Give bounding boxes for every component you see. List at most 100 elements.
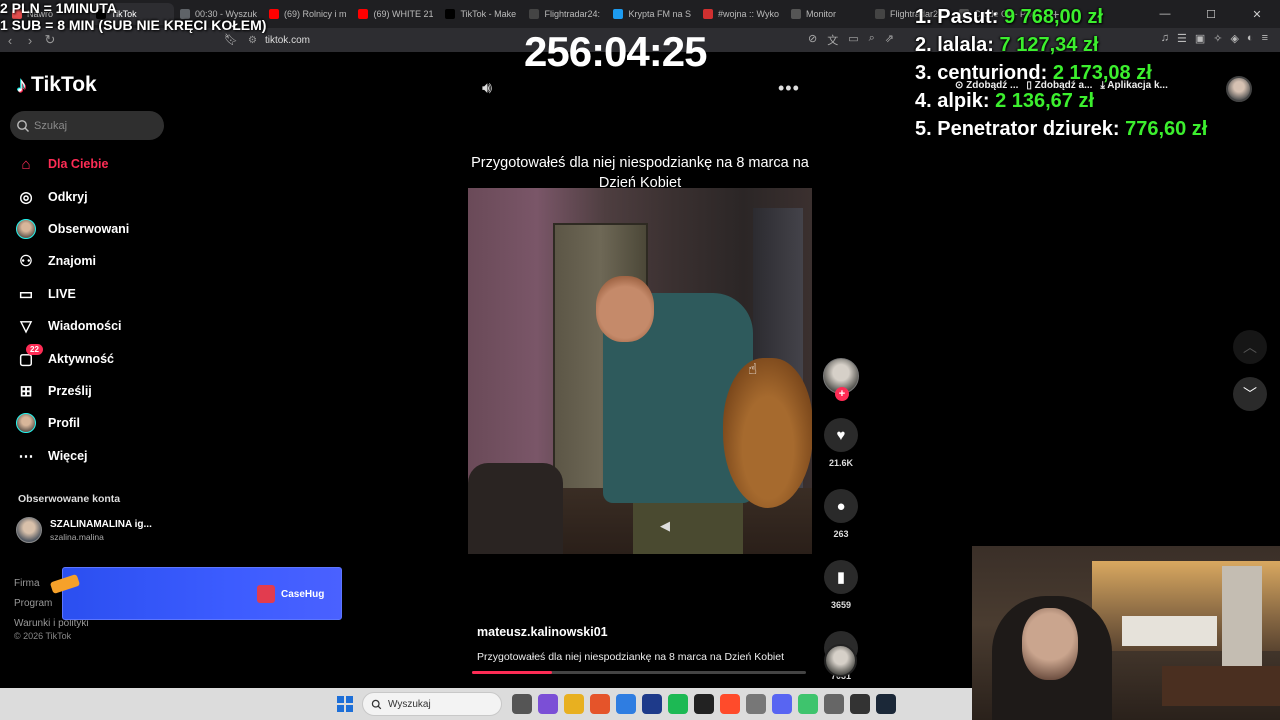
site-settings-icon[interactable]: ⚙︎: [248, 35, 257, 46]
play-icon[interactable]: ◀: [660, 518, 670, 534]
followed-account-item[interactable]: SZALINAMALINA ig... szalina.malina: [16, 517, 152, 543]
chevron-up-icon[interactable]: ︿: [1233, 330, 1267, 364]
profile-avatar[interactable]: [1226, 76, 1252, 102]
url-field[interactable]: ⚙︎ tiktok.com: [248, 32, 310, 48]
save-action[interactable]: ▮ 3659: [824, 560, 858, 610]
bookmark-icon[interactable]: 🔖︎: [224, 33, 238, 46]
like-action[interactable]: ♥ 21.6K: [824, 418, 858, 468]
hand-cursor-icon: ☝︎: [748, 361, 758, 378]
tab-favicon-icon: [358, 9, 369, 19]
video-player[interactable]: [468, 188, 812, 554]
music-disc[interactable]: [824, 644, 857, 677]
comment-icon[interactable]: ●: [824, 489, 858, 523]
steam-icon[interactable]: [876, 694, 896, 714]
tiktok-logo[interactable]: ♪ TikTok: [16, 72, 97, 98]
browser-icon[interactable]: [720, 694, 740, 714]
donation-rule-2: 1 SUB = 8 MIN (SUB NIE KRĘCI KOŁEM): [0, 17, 267, 33]
bookmark-save-icon[interactable]: ▮: [824, 560, 858, 594]
tab-favicon-icon: [874, 9, 885, 19]
tab-label: Krypta FM na S: [628, 9, 692, 19]
sidebar-item-prze-lij[interactable]: ⊞ Prześlij: [16, 375, 176, 407]
close-icon[interactable]: ✕: [1234, 0, 1280, 28]
volume-icon[interactable]: 🔊︎: [482, 80, 492, 98]
windows-start-icon[interactable]: [337, 696, 353, 712]
sidebar-nav: ⌂ Dla Ciebie ◎ Odkryj Obserwowani ⚇ Znajomi ▭ LI…: [16, 148, 176, 472]
tab-label: TikTok - Make: [460, 9, 517, 19]
calculator-icon[interactable]: [746, 694, 766, 714]
discord-icon[interactable]: [772, 694, 792, 714]
sidebar-item-label: Prześlij: [48, 383, 92, 398]
followed-account-name: SZALINAMALINA ig...: [50, 518, 152, 530]
avatar: [16, 413, 36, 434]
sidebar-item-label: Dla Ciebie: [48, 157, 109, 172]
live-icon: ▭: [18, 285, 34, 303]
leaderboard-rank: 5.: [915, 118, 932, 140]
browser-tab[interactable]: (69) WHITE 21: [352, 3, 439, 25]
chrome-icon[interactable]: [616, 694, 636, 714]
chevron-down-icon[interactable]: ﹀: [1233, 377, 1267, 411]
eye-off-icon[interactable]: ⊘: [808, 32, 817, 48]
subathon-timer: 256:04:25: [524, 28, 707, 75]
sidebar-item-label: Profil: [48, 416, 80, 431]
sidebar-item-dla-ciebie[interactable]: ⌂ Dla Ciebie: [16, 148, 176, 180]
comment-action[interactable]: ● 263: [824, 489, 858, 539]
menu-icon[interactable]: ≡: [1262, 32, 1268, 45]
shield-icon[interactable]: ◈: [1230, 32, 1238, 45]
video-progress-bar[interactable]: [472, 671, 806, 674]
browser-tab[interactable]: Krypta FM na S: [607, 3, 697, 25]
search-icon: [17, 119, 29, 132]
share-icon[interactable]: ⇗: [885, 32, 894, 48]
reload-icon[interactable]: ↻: [40, 32, 60, 48]
extension-icon[interactable]: ✧: [1213, 32, 1222, 45]
settings-icon[interactable]: [824, 694, 844, 714]
sidebar-item-aktywno-[interactable]: ▢ Aktywność 22: [16, 342, 176, 374]
video-guitar: [723, 358, 812, 508]
notepad-icon[interactable]: [798, 694, 818, 714]
search-box[interactable]: [10, 111, 164, 140]
browser-tab[interactable]: TikTok - Make: [439, 3, 523, 25]
app-icon[interactable]: [694, 694, 714, 714]
casehug-ad-banner[interactable]: CaseHug: [49, 567, 342, 620]
sidebar-item-znajomi[interactable]: ⚇ Znajomi: [16, 245, 176, 277]
messages-icon: ▽: [20, 318, 32, 336]
taskbar-search[interactable]: Wyszukaj: [362, 692, 502, 716]
spotify-icon[interactable]: [668, 694, 688, 714]
obs-icon[interactable]: [850, 694, 870, 714]
leaderboard-rank: 3.: [915, 62, 932, 84]
cast-icon[interactable]: ▭: [848, 32, 858, 48]
browser-tab[interactable]: (69) Rolnicy i m: [263, 3, 353, 25]
creator-avatar[interactable]: +: [823, 358, 859, 401]
sidebar-item-profil[interactable]: Profil: [16, 407, 176, 439]
avatar: [16, 218, 36, 239]
sidebar-item-odkryj[interactable]: ◎ Odkryj: [16, 180, 176, 212]
heart-icon[interactable]: ♥: [824, 418, 858, 452]
tab-label: #wojna :: Wyko: [718, 9, 779, 19]
sidebar-item-label: Obserwowani: [48, 221, 130, 236]
back-icon[interactable]: ‹: [0, 33, 20, 48]
leaderboard-amount: 776,60 zł: [1125, 118, 1208, 140]
search-input[interactable]: [34, 119, 154, 132]
forward-icon[interactable]: ›: [20, 33, 40, 48]
sidebar-item-obserwowani[interactable]: Obserwowani: [16, 213, 176, 245]
webcam-overlay: [972, 546, 1280, 720]
brave-icon[interactable]: [590, 694, 610, 714]
more-options-icon[interactable]: •••: [778, 78, 800, 99]
file-explorer-icon[interactable]: [564, 694, 584, 714]
leaderboard-rank: 4.: [915, 90, 932, 112]
follow-plus-icon[interactable]: +: [835, 387, 849, 401]
browser-tab[interactable]: #wojna :: Wyko: [697, 3, 785, 25]
sidebar-item-wi-cej[interactable]: ⋯ Więcej: [16, 440, 176, 472]
task-view-icon[interactable]: [512, 694, 532, 714]
video-author[interactable]: mateusz.kalinowski01: [477, 625, 608, 639]
copilot-icon[interactable]: [538, 694, 558, 714]
leaderboard-rank: 1.: [915, 6, 932, 28]
notes-icon[interactable]: [642, 694, 662, 714]
browser-tab[interactable]: Monitor: [785, 3, 869, 25]
translate-icon[interactable]: 文: [827, 32, 838, 48]
sidebar-item-wiadomo-ci[interactable]: ▽ Wiadomości: [16, 310, 176, 342]
browser-tab[interactable]: Flightradar24:: [523, 3, 607, 25]
video-caption-overlay: Przygotowałeś dla niej niespodziankę na …: [471, 155, 809, 191]
sidebar-item-live[interactable]: ▭ LIVE: [16, 278, 176, 310]
zoom-icon[interactable]: ⌕: [869, 32, 875, 48]
vpn-icon[interactable]: ◐: [1247, 32, 1254, 45]
